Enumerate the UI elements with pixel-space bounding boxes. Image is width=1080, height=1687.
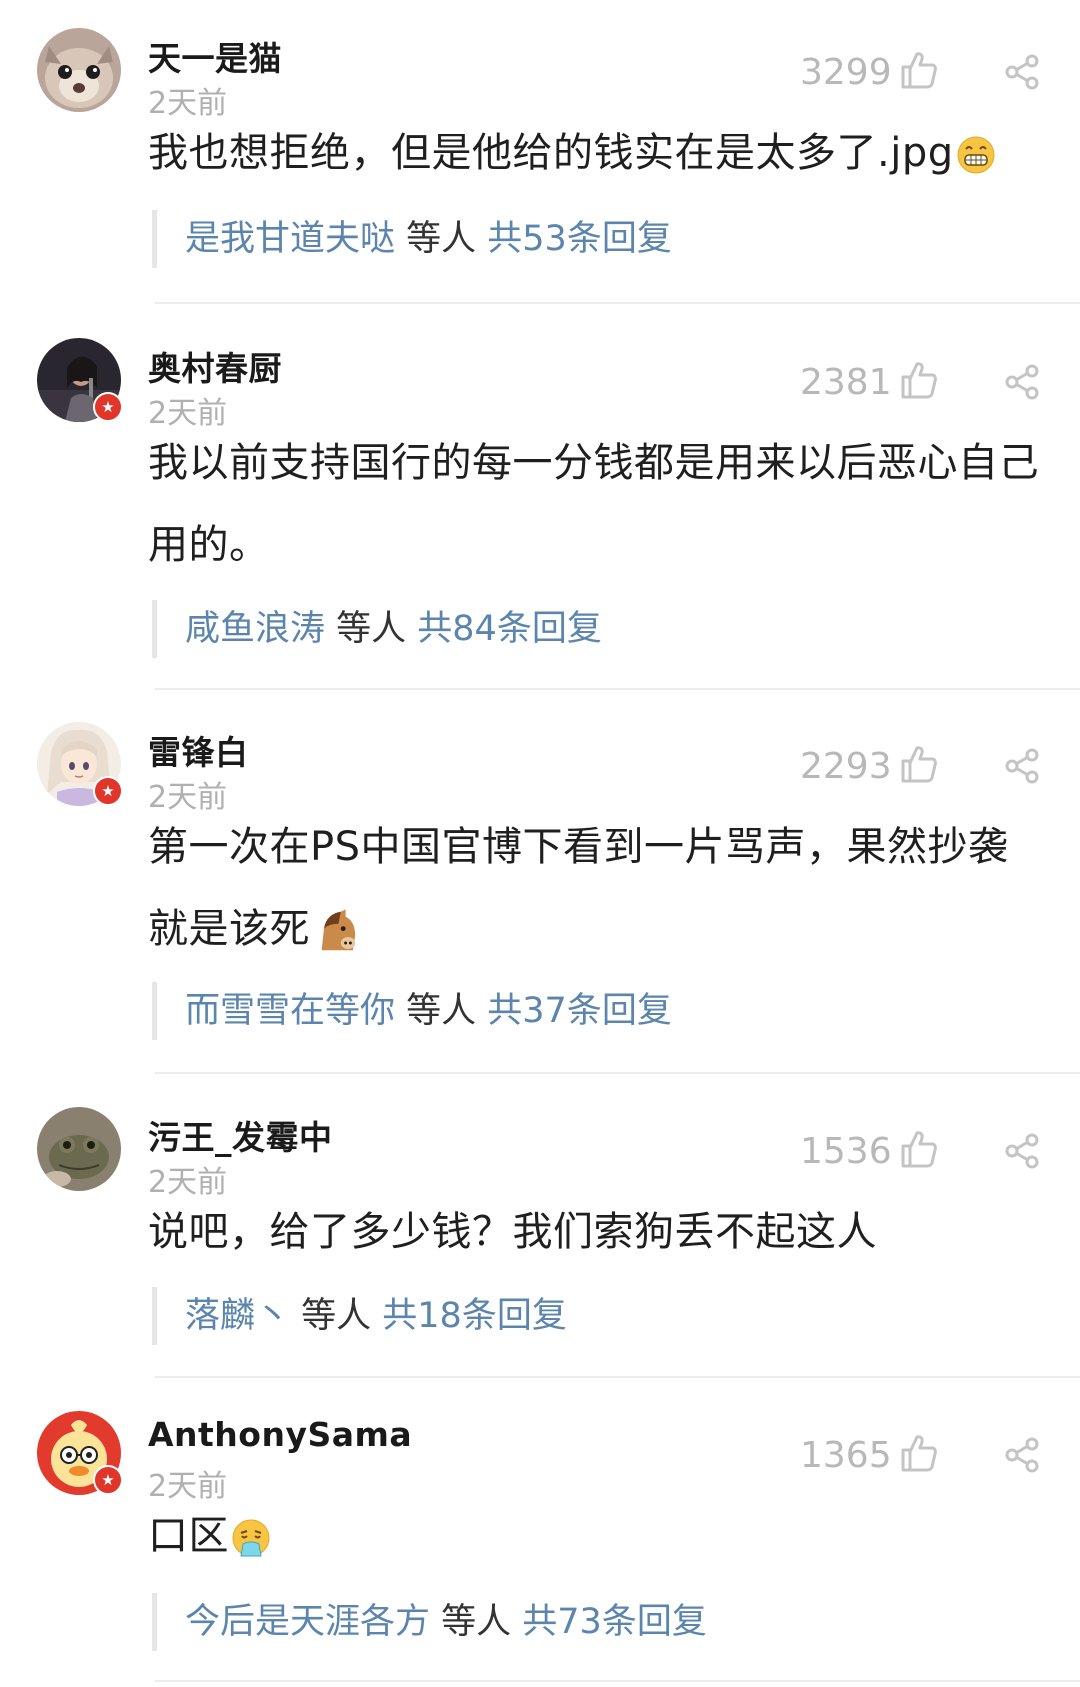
share-icon[interactable]	[1004, 54, 1040, 90]
comment-text-body: 我以前支持国行的每一分钱都是用来以后恶心自己用的。	[148, 440, 1039, 568]
divider	[155, 1376, 1080, 1378]
reply-user-link[interactable]: 是我甘道夫哒	[185, 219, 395, 259]
grin-emoji-icon	[957, 136, 995, 174]
reply-mid-text: 等人	[430, 1602, 523, 1642]
like-count: 1536	[800, 1131, 892, 1172]
username[interactable]: 天一是猫	[148, 32, 282, 80]
share-icon[interactable]	[1004, 1133, 1040, 1169]
avatar[interactable]: ★	[37, 1411, 123, 1495]
reply-mid-text: 等人	[395, 991, 488, 1031]
reply-summary[interactable]: 今后是天涯各方 等人 共73条回复	[152, 1593, 707, 1651]
reply-count-link[interactable]: 共84条回复	[417, 609, 602, 649]
like-count: 2381	[800, 362, 892, 403]
reply-mid-text: 等人	[325, 609, 418, 649]
comment-text: 说吧，给了多少钱？我们索狗丢不起这人	[148, 1191, 1048, 1273]
avatar[interactable]: ★	[37, 722, 123, 806]
divider	[155, 1680, 1080, 1682]
vomit-emoji-icon	[232, 1519, 270, 1557]
avatar[interactable]: ★	[37, 338, 123, 422]
reply-count-link[interactable]: 共18条回复	[382, 1296, 567, 1336]
thumbs-up-icon[interactable]	[900, 360, 938, 400]
avatar[interactable]	[37, 1107, 121, 1191]
thumbs-up-icon[interactable]	[900, 1433, 938, 1473]
thumbs-up-icon[interactable]	[900, 744, 938, 784]
share-icon[interactable]	[1004, 1437, 1040, 1473]
reply-count-link[interactable]: 共37条回复	[487, 991, 672, 1031]
reply-summary[interactable]: 咸鱼浪涛 等人 共84条回复	[152, 600, 602, 658]
comment-text: 第一次在PS中国官博下看到一片骂声，果然抄袭就是该死	[148, 806, 1048, 970]
username[interactable]: 奥村春厨	[148, 342, 282, 390]
like-count: 2293	[800, 746, 892, 787]
reply-summary[interactable]: 而雪雪在等你 等人 共37条回复	[152, 982, 672, 1040]
comment-text: 我也想拒绝，但是他给的钱实在是太多了.jpg	[148, 112, 1048, 194]
reply-user-link[interactable]: 今后是天涯各方	[185, 1602, 430, 1642]
username[interactable]: AnthonySama	[148, 1415, 412, 1454]
divider	[155, 688, 1080, 690]
cat-avatar	[37, 28, 121, 112]
reply-user-link[interactable]: 咸鱼浪涛	[185, 609, 325, 649]
verified-badge-icon: ★	[93, 392, 123, 422]
avatar[interactable]	[37, 28, 121, 112]
like-count: 1365	[800, 1435, 892, 1476]
comment-text-body: 口区	[148, 1513, 229, 1559]
comment-text-body: 我也想拒绝，但是他给的钱实在是太多了.jpg	[148, 130, 954, 176]
frog-avatar	[37, 1107, 121, 1191]
reply-summary[interactable]: 是我甘道夫哒 等人 共53条回复	[152, 210, 672, 268]
reply-count-link[interactable]: 共53条回复	[487, 219, 672, 259]
reply-count-link[interactable]: 共73条回复	[522, 1602, 707, 1642]
thumbs-up-icon[interactable]	[900, 50, 938, 90]
reply-user-link[interactable]: 落麟丶	[185, 1296, 290, 1336]
horse-emoji-icon	[321, 909, 356, 951]
username[interactable]: 污王_发霉中	[148, 1111, 333, 1159]
verified-badge-icon: ★	[93, 1465, 123, 1495]
comment-text: 我以前支持国行的每一分钱都是用来以后恶心自己用的。	[148, 422, 1048, 586]
username[interactable]: 雷锋白	[148, 726, 249, 774]
reply-summary[interactable]: 落麟丶 等人 共18条回复	[152, 1287, 567, 1345]
reply-mid-text: 等人	[395, 219, 488, 259]
divider	[155, 302, 1080, 304]
share-icon[interactable]	[1004, 364, 1040, 400]
comment-text-body: 第一次在PS中国官博下看到一片骂声，果然抄袭就是该死	[148, 824, 1009, 952]
reply-user-link[interactable]: 而雪雪在等你	[185, 991, 395, 1031]
thumbs-up-icon[interactable]	[900, 1129, 938, 1169]
verified-badge-icon: ★	[93, 776, 123, 806]
like-count: 3299	[800, 52, 892, 93]
divider	[155, 1072, 1080, 1074]
reply-mid-text: 等人	[290, 1296, 383, 1336]
comment-text: 口区	[148, 1495, 1048, 1577]
share-icon[interactable]	[1004, 748, 1040, 784]
comment-text-body: 说吧，给了多少钱？我们索狗丢不起这人	[148, 1209, 877, 1255]
